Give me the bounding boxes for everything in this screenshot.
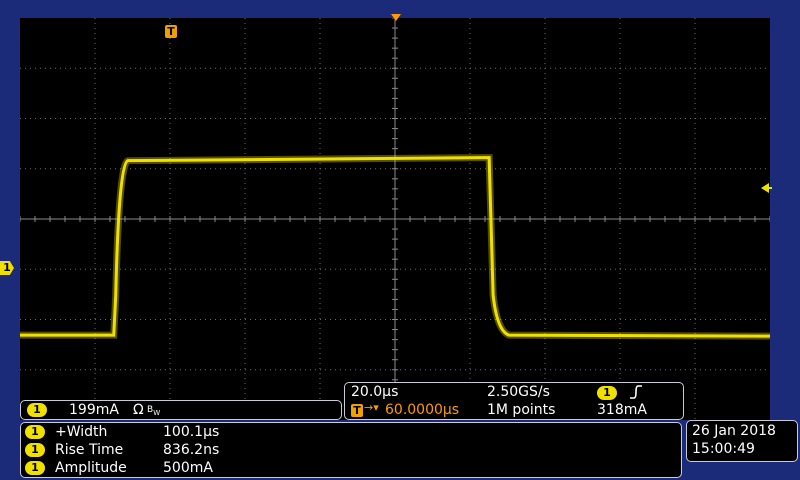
date-display: 26 Jan 2018 <box>692 423 776 439</box>
trigger-level-tick <box>766 187 772 189</box>
trigger-t-icon[interactable]: T <box>165 25 177 38</box>
rising-edge-icon <box>629 384 643 404</box>
channel-1-settings-panel[interactable]: 1 199mA Ω BW <box>20 400 342 420</box>
trigger-level: 318mA <box>597 402 647 418</box>
trigger-channel-badge: 1 <box>597 386 617 400</box>
record-length: 1M points <box>487 402 556 418</box>
trigger-t-label: T <box>167 25 175 38</box>
sample-rate: 2.50GS/s <box>487 384 550 400</box>
channel-1-scale: 199mA <box>69 402 119 418</box>
graticule <box>20 18 770 420</box>
measurement-row[interactable]: 1 +Width 100.1µs <box>25 424 219 441</box>
horizontal-delay: 60.0000µs <box>385 402 460 418</box>
trigger-delay-icon: T <box>351 404 363 417</box>
measurement-channel-badge: 1 <box>25 461 45 475</box>
bandwidth-limit-icon: BW <box>147 405 161 417</box>
measurement-value: 836.2ns <box>163 442 220 458</box>
trigger-position-marker[interactable] <box>391 14 401 21</box>
measurement-channel-badge: 1 <box>25 425 45 439</box>
measurement-channel-badge: 1 <box>25 443 45 457</box>
measurements-panel[interactable]: 1 +Width 100.1µs 1 Rise Time 836.2ns 1 A… <box>20 422 682 478</box>
channel-1-termination: Ω <box>133 402 144 418</box>
measurement-row[interactable]: 1 Rise Time 836.2ns <box>25 442 219 459</box>
time-display: 15:00:49 <box>692 441 755 457</box>
time-per-division: 20.0µs <box>351 384 399 400</box>
measurement-name: Rise Time <box>55 442 124 458</box>
measurement-value: 500mA <box>163 460 213 476</box>
datetime-panel[interactable]: 26 Jan 2018 15:00:49 <box>686 420 798 462</box>
waveform-display <box>20 18 770 420</box>
delay-arrow-icon: →▾ <box>364 401 379 414</box>
measurement-name: Amplitude <box>55 460 127 476</box>
channel-1-badge: 1 <box>27 403 47 417</box>
horizontal-trigger-panel[interactable]: 20.0µs 2.50GS/s 1 T →▾ 60.0000µs 1M poin… <box>344 382 684 420</box>
measurement-value: 100.1µs <box>163 424 220 440</box>
measurement-name: +Width <box>55 424 108 440</box>
channel-1-marker-label: 1 <box>3 261 11 274</box>
measurement-row[interactable]: 1 Amplitude 500mA <box>25 460 213 477</box>
channel-1-ground-marker[interactable]: 1 <box>0 261 14 275</box>
